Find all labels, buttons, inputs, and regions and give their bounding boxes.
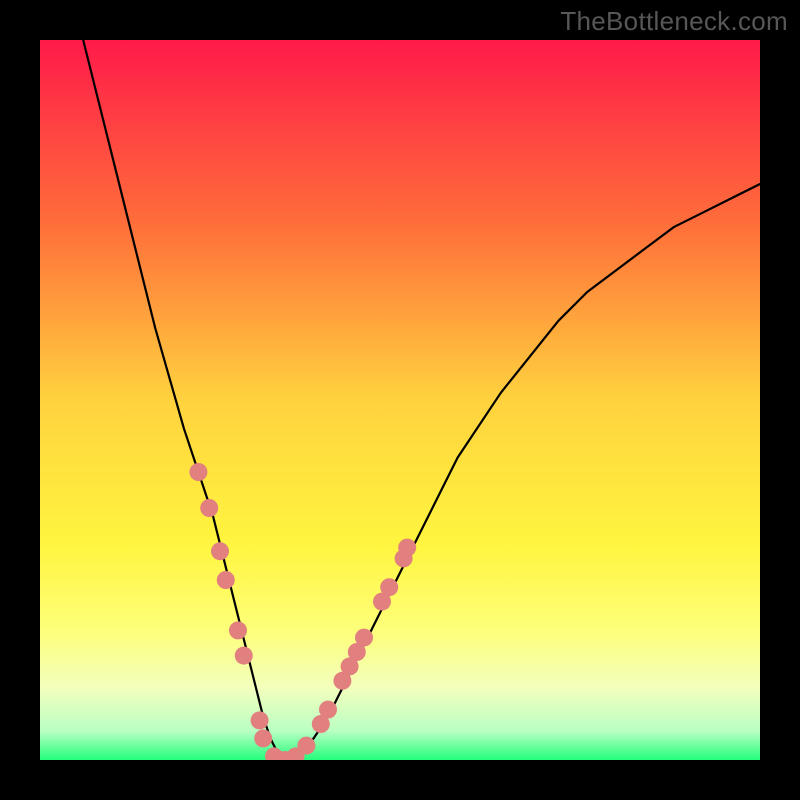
- benchmark-point: [380, 578, 398, 596]
- benchmark-point: [200, 499, 218, 517]
- benchmark-point: [297, 737, 315, 755]
- plot-area: [40, 40, 760, 760]
- gradient-background: [40, 40, 760, 760]
- benchmark-point: [355, 629, 373, 647]
- benchmark-point: [235, 647, 253, 665]
- watermark-text: TheBottleneck.com: [560, 6, 788, 37]
- benchmark-point: [189, 463, 207, 481]
- benchmark-point: [211, 542, 229, 560]
- benchmark-point: [217, 571, 235, 589]
- benchmark-point: [251, 711, 269, 729]
- benchmark-point: [319, 701, 337, 719]
- chart-svg: [40, 40, 760, 760]
- chart-container: TheBottleneck.com: [0, 0, 800, 800]
- benchmark-point: [254, 729, 272, 747]
- benchmark-point: [398, 539, 416, 557]
- benchmark-point: [229, 621, 247, 639]
